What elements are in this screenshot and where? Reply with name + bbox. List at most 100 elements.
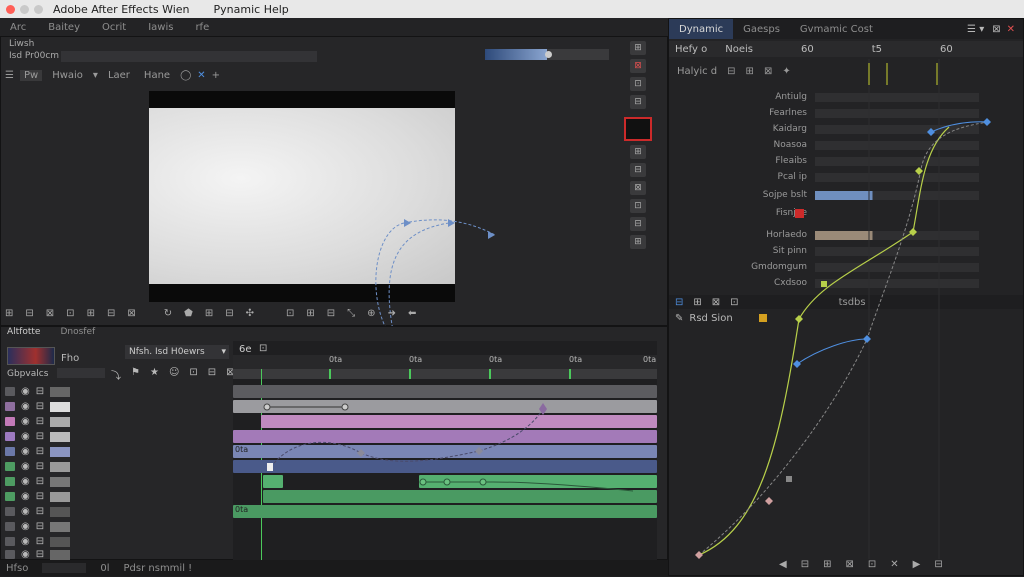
- lock-icon[interactable]: ⊟: [36, 549, 44, 560]
- comp-dropdown[interactable]: Nfsh. Isd H0ewrs ▾: [125, 345, 229, 359]
- lock-icon[interactable]: ⊟: [36, 461, 44, 472]
- shape-icon[interactable]: ⬟: [184, 308, 193, 319]
- lock-icon[interactable]: ⊟: [36, 521, 44, 532]
- layer-row[interactable]: ◉ ⊟: [1, 445, 231, 458]
- layer-row[interactable]: ◉ ⊟: [1, 400, 231, 413]
- grid-icon[interactable]: ⊟: [327, 308, 335, 319]
- eye-icon[interactable]: ◉: [21, 416, 30, 427]
- arrow-icon[interactable]: ⊕: [367, 308, 375, 319]
- lock-icon[interactable]: ⊟: [36, 446, 44, 457]
- tool-icon[interactable]: ⊡: [630, 199, 646, 213]
- menu-icon[interactable]: ☰: [5, 70, 14, 81]
- eye-icon[interactable]: ◉: [21, 549, 30, 560]
- motion-path[interactable]: [149, 91, 496, 352]
- layer-color-label[interactable]: [5, 432, 15, 441]
- layer-row[interactable]: ◉ ⊟: [1, 415, 231, 428]
- layer-tool-icon[interactable]: ⊡: [189, 367, 197, 382]
- arrow-icon[interactable]: ➜: [388, 308, 396, 319]
- eye-icon[interactable]: ◉: [21, 536, 30, 547]
- circle-icon[interactable]: ◯: [180, 70, 191, 81]
- graph-nav-icon[interactable]: ⊟: [801, 559, 809, 570]
- viewer-subtitle-field[interactable]: [61, 51, 317, 62]
- lock-icon[interactable]: ⊟: [36, 506, 44, 517]
- arrow-icon[interactable]: ⬅: [408, 308, 416, 319]
- lock-icon[interactable]: ⊡: [286, 308, 294, 319]
- layer-color-label[interactable]: [5, 492, 15, 501]
- value-graph[interactable]: [669, 19, 1024, 577]
- timeline-tracks[interactable]: 6e ⊡ 0ta 0ta 0ta 0ta 0ta 0ta 0ta: [233, 341, 657, 561]
- layer-color-label[interactable]: [5, 550, 15, 559]
- tool-icon[interactable]: ⊡: [630, 77, 646, 91]
- move-icon[interactable]: ✣: [246, 308, 254, 319]
- lock-icon[interactable]: ⊟: [36, 491, 44, 502]
- layer-row[interactable]: ◉ ⊟: [1, 520, 231, 533]
- grid-icon[interactable]: ⊞: [306, 308, 314, 319]
- graph-nav-icon[interactable]: ◀: [779, 559, 787, 570]
- layer-row[interactable]: ◉ ⊟: [1, 460, 231, 473]
- layer-tool-icon[interactable]: ⚑: [131, 367, 140, 382]
- eye-icon[interactable]: ◉: [21, 431, 30, 442]
- graph-nav-icon[interactable]: ⊞: [823, 559, 831, 570]
- grid-icon[interactable]: ⊟: [25, 308, 33, 319]
- arrow-icon[interactable]: ⤡: [347, 308, 355, 319]
- comp-thumbnail[interactable]: [7, 347, 55, 365]
- search-field[interactable]: [57, 368, 105, 378]
- help-menu[interactable]: Pynamic Help: [214, 3, 289, 16]
- layer-tool-icon[interactable]: ★: [150, 367, 159, 382]
- grid-icon[interactable]: ⊞: [87, 308, 95, 319]
- layer-color-label[interactable]: [5, 477, 15, 486]
- window-controls[interactable]: [6, 4, 43, 14]
- grid-icon[interactable]: ⊟: [107, 308, 115, 319]
- grid-icon[interactable]: ⊠: [46, 308, 54, 319]
- grid-icon[interactable]: ⊟: [225, 308, 233, 319]
- layer-tool-icon[interactable]: ⤵: [111, 367, 121, 382]
- lock-icon[interactable]: ⊟: [36, 431, 44, 442]
- layer-row[interactable]: ◉ ⊟: [1, 475, 231, 488]
- refresh-icon[interactable]: ↻: [164, 308, 172, 319]
- eye-icon[interactable]: ◉: [21, 491, 30, 502]
- canvas-frame[interactable]: [149, 91, 496, 352]
- graph-nav-icon[interactable]: ▶: [913, 559, 921, 570]
- grid-icon[interactable]: ⊞: [5, 308, 13, 319]
- tool-icon[interactable]: ⊟: [630, 163, 646, 177]
- progress-bar[interactable]: [485, 49, 609, 60]
- layer-row[interactable]: ◉ ⊟: [1, 490, 231, 503]
- layer-color-label[interactable]: [5, 507, 15, 516]
- lock-icon[interactable]: ⊟: [36, 536, 44, 547]
- tool-icon[interactable]: ⊞: [630, 145, 646, 159]
- menu-item[interactable]: Baitey: [48, 22, 80, 33]
- menu-item[interactable]: Ocrit: [102, 22, 126, 33]
- menu-item[interactable]: Arc: [10, 22, 26, 33]
- layer-row[interactable]: ◉ ⊟: [1, 505, 231, 518]
- tool-icon[interactable]: ⊟: [630, 217, 646, 231]
- close-window-button[interactable]: [6, 4, 15, 14]
- layer-color-label[interactable]: [5, 447, 15, 456]
- progress-handle[interactable]: [545, 51, 552, 58]
- eye-icon[interactable]: ◉: [21, 476, 30, 487]
- grid-icon[interactable]: ⊞: [205, 308, 213, 319]
- tool-hwaio[interactable]: Hwaio: [48, 70, 87, 81]
- eye-icon[interactable]: ◉: [21, 506, 30, 517]
- layer-color-label[interactable]: [5, 402, 15, 411]
- graph-nav-icon[interactable]: ⊡: [868, 559, 876, 570]
- graph-nav-icon[interactable]: ✕: [890, 559, 898, 570]
- lock-icon[interactable]: ⊟: [36, 416, 44, 427]
- tab-altfotte[interactable]: Altfotte: [7, 327, 40, 341]
- tool-laer[interactable]: Laer: [104, 70, 134, 81]
- layer-tool-icon[interactable]: ⊟: [208, 367, 216, 382]
- move-icon[interactable]: ✕: [197, 70, 205, 81]
- layer-color-label[interactable]: [5, 522, 15, 531]
- zoom-window-button[interactable]: [34, 4, 43, 14]
- menu-item[interactable]: rfe: [195, 22, 209, 33]
- eye-icon[interactable]: ◉: [21, 401, 30, 412]
- graph-nav-icon[interactable]: ⊠: [845, 559, 853, 570]
- layer-row[interactable]: ◉ ⊟: [1, 385, 231, 398]
- layer-color-label[interactable]: [5, 387, 15, 396]
- tab-dnosfef[interactable]: Dnosfef: [60, 327, 95, 341]
- tool-pw[interactable]: Pw: [19, 69, 43, 81]
- eye-icon[interactable]: ◉: [21, 446, 30, 457]
- tool-icon[interactable]: ⊞: [630, 235, 646, 249]
- layer-color-label[interactable]: [5, 462, 15, 471]
- eye-icon[interactable]: ◉: [21, 461, 30, 472]
- layer-row[interactable]: ◉ ⊟: [1, 430, 231, 443]
